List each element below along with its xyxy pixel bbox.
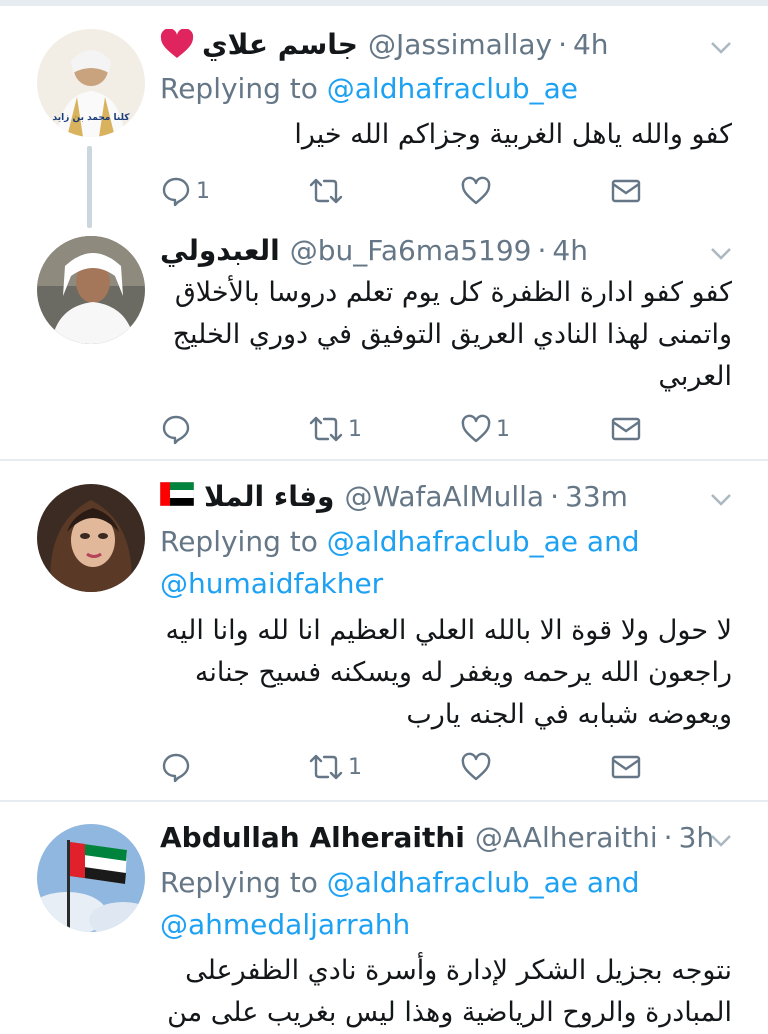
envelope-icon (611, 755, 641, 779)
uae-flag-icon (159, 480, 195, 513)
chevron-down-icon[interactable] (708, 827, 734, 853)
tweet-header: العبدولي @bu_Fa6ma5199 · 4h (160, 230, 708, 270)
separator-dot: · (558, 27, 567, 61)
heart-icon (461, 752, 491, 781)
retweet-button[interactable]: 1 (308, 747, 362, 787)
chevron-down-icon[interactable] (708, 240, 734, 266)
handle[interactable]: @AAlheraithi (475, 821, 658, 854)
tweet-actions: 1 (160, 747, 660, 787)
mention-link[interactable]: @ahmedaljarrahh (160, 908, 410, 941)
tweet-actions: 1 1 (160, 409, 660, 449)
replying-to: Replying to @aldhafraclub_ae and (160, 521, 640, 563)
mention-link[interactable]: @humaidfakher (160, 567, 383, 600)
tweet-text: لا حول ولا قوة الا بالله العلي العظيم ان… (165, 615, 732, 730)
tweet-text: كفو والله ياهل الغربية وجزاكم الله خيرا (294, 119, 732, 150)
replying-to-label: Replying to (160, 866, 318, 899)
reply-icon (162, 415, 190, 445)
dm-button[interactable] (610, 747, 642, 787)
red-heart-icon (160, 29, 194, 59)
chevron-down-icon[interactable] (708, 486, 734, 512)
replying-to: Replying to @aldhafraclub_ae and (160, 862, 640, 904)
avatar[interactable] (37, 484, 145, 592)
timestamp[interactable]: 4h (573, 28, 609, 61)
tweet-header: وفاء الملا @WafaAlMulla · 33m (159, 476, 708, 516)
dm-button[interactable] (610, 171, 642, 211)
retweet-button[interactable]: 1 (308, 409, 362, 449)
tweet-text: نتوجه بجزيل الشكر لإدارة وأسرة نادي الظف… (167, 955, 732, 1028)
tweet-divider (0, 800, 768, 802)
timestamp[interactable]: 4h (552, 234, 588, 267)
avatar[interactable] (37, 236, 145, 344)
reply-icon (162, 177, 190, 207)
handle[interactable]: @WafaAlMulla (344, 480, 544, 513)
reply-button[interactable]: 1 (160, 171, 210, 211)
retweet-icon (309, 416, 343, 442)
like-button[interactable] (460, 747, 496, 787)
mention-link[interactable]: @aldhafraclub_ae (327, 866, 578, 899)
retweet-icon (309, 178, 343, 204)
timestamp[interactable]: 33m (565, 480, 628, 513)
separator-dot: · (663, 820, 673, 854)
envelope-icon (611, 417, 641, 441)
handle[interactable]: @bu_Fa6ma5199 (290, 234, 532, 267)
replying-to-continued: @humaidfakher (160, 563, 383, 605)
tweet-text: كفو كفو ادارة الظفرة كل يوم تعلم دروسا ب… (172, 277, 732, 392)
heart-icon (461, 414, 491, 443)
like-count: 1 (496, 416, 510, 442)
tweet-header: جاسم علاي @Jassimallay · 4h (160, 24, 708, 64)
retweet-icon (309, 754, 343, 780)
reply-button[interactable] (160, 747, 196, 787)
reply-button[interactable] (160, 409, 196, 449)
replying-to-continued: @ahmedaljarrahh (160, 904, 410, 946)
retweet-count: 1 (348, 754, 362, 780)
replying-and-label: and (586, 525, 640, 558)
mention-link[interactable]: @aldhafraclub_ae (327, 72, 578, 105)
replying-to-label: Replying to (160, 72, 318, 105)
replying-and-label: and (586, 866, 640, 899)
handle[interactable]: @Jassimallay (368, 28, 552, 61)
chevron-down-icon[interactable] (708, 34, 734, 60)
tweet-header: Abdullah Alheraithi @AAlheraithi · 3h (160, 817, 714, 857)
reply-icon (162, 753, 190, 783)
top-divider (0, 0, 768, 6)
replying-to-label: Replying to (160, 525, 318, 558)
like-button[interactable]: 1 (460, 409, 510, 449)
separator-dot: · (537, 233, 547, 267)
display-name[interactable]: وفاء الملا (204, 480, 334, 513)
reply-count: 1 (196, 178, 210, 204)
tweet-divider (0, 459, 768, 461)
mention-link[interactable]: @aldhafraclub_ae (327, 525, 578, 558)
retweet-count: 1 (348, 416, 362, 442)
avatar[interactable] (37, 824, 145, 932)
like-button[interactable] (460, 171, 496, 211)
heart-icon (461, 176, 491, 205)
replying-to: Replying to @aldhafraclub_ae (160, 68, 578, 110)
separator-dot: · (550, 479, 559, 513)
avatar[interactable]: كلنا محمد بن زايد (37, 29, 145, 137)
thread-line (87, 146, 92, 228)
dm-button[interactable] (610, 409, 642, 449)
display-name[interactable]: العبدولي (160, 234, 280, 267)
envelope-icon (611, 179, 641, 203)
tweet-actions: 1 (160, 171, 660, 211)
retweet-button[interactable] (308, 171, 348, 211)
display-name[interactable]: جاسم علاي (202, 28, 358, 61)
display-name[interactable]: Abdullah Alheraithi (160, 821, 465, 854)
avatar-caption: كلنا محمد بن زايد (52, 113, 130, 123)
